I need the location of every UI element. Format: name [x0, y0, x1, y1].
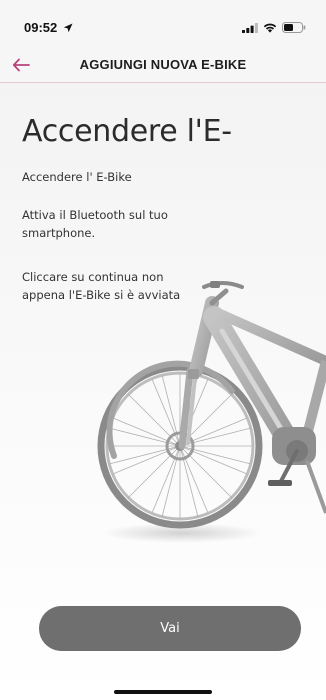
header-title: AGGIUNGI NUOVA E-BIKE — [79, 57, 247, 72]
status-bar: 09:52 — [0, 0, 326, 48]
status-icons — [242, 22, 306, 33]
page-title: Accendere l'E- — [22, 114, 232, 149]
bluetooth-instruction: Attiva il Bluetooth sul tuo smartphone. — [22, 208, 168, 240]
status-time: 09:52 — [24, 20, 73, 35]
step-label: Accendere l' E-Bike — [22, 170, 132, 184]
ebike-image — [97, 281, 326, 543]
signal-icon — [242, 22, 258, 33]
main-content: Accendere l'E- Accendere l' E-Bike Attiv… — [0, 83, 326, 700]
status-time-text: 09:52 — [24, 20, 58, 35]
location-arrow-icon — [63, 23, 73, 33]
app-header: AGGIUNGI NUOVA E-BIKE — [0, 48, 326, 83]
go-button[interactable]: Vai — [39, 606, 301, 651]
wifi-icon — [263, 23, 277, 33]
home-indicator — [114, 690, 212, 694]
battery-icon — [282, 22, 306, 33]
screen: 09:52 AGGIUNGI NUOVA E-BIKE Accendere l'… — [0, 0, 326, 700]
